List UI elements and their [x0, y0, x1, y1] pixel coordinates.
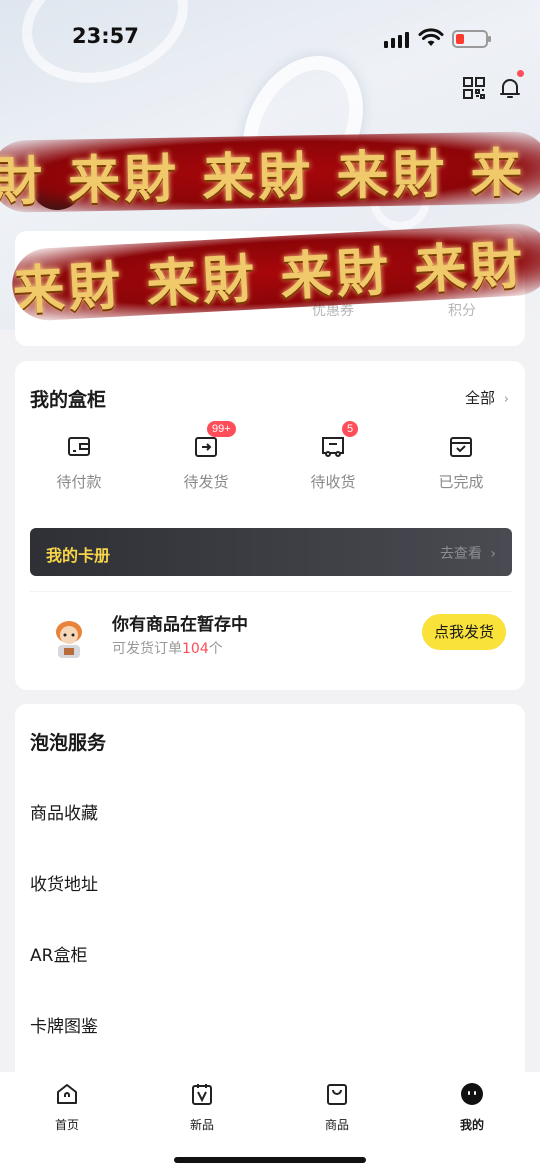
- box-item-label: 待发货: [183, 473, 229, 491]
- service-item-ar-box[interactable]: AR盒柜: [30, 941, 87, 966]
- chevron-right-icon: ›: [503, 392, 509, 407]
- truck-icon: 5: [320, 421, 359, 459]
- wallet-icon: [66, 433, 92, 459]
- scan-icon[interactable]: [462, 76, 486, 100]
- count-badge: 5: [342, 421, 359, 437]
- stash-count: 104: [182, 641, 209, 657]
- services-card: 泡泡服务 商品收藏 收货地址 AR盒柜 卡牌图鉴: [15, 704, 525, 1104]
- card-album-bar[interactable]: 我的卡册 去查看 ›: [30, 528, 512, 576]
- mascot-icon: [56, 621, 82, 658]
- card-album-link-label: 去查看: [439, 546, 482, 562]
- notification-dot: [517, 70, 524, 77]
- tab-mine[interactable]: 我的: [432, 1082, 512, 1133]
- box-item-pending-ship[interactable]: 99+ 待发货: [156, 421, 256, 492]
- my-box-card: 我的盒柜 全部 › 待付款 99+ 待发货 5 待收货 已完成 我的卡册 去查看: [15, 361, 525, 690]
- ship-now-button[interactable]: 点我发货: [422, 614, 506, 650]
- view-all-link[interactable]: 全部 ›: [465, 387, 509, 408]
- tab-label: 首页: [54, 1118, 79, 1132]
- stash-sub-suffix: 个: [208, 641, 223, 657]
- stash-sub-prefix: 可发货订单: [112, 641, 182, 657]
- battery-icon: [452, 30, 491, 48]
- promo-banner: 財 来財 来財 来財 来: [0, 131, 540, 213]
- service-item-favorites[interactable]: 商品收藏: [30, 799, 98, 824]
- box-item-label: 已完成: [438, 473, 484, 491]
- points-label[interactable]: 积分: [448, 300, 476, 320]
- home-indicator: [174, 1157, 366, 1163]
- bag-icon: [327, 1084, 347, 1105]
- count-badge: 99+: [207, 421, 236, 437]
- status-time: 23:57: [72, 24, 139, 48]
- service-item-address[interactable]: 收货地址: [30, 870, 98, 895]
- signal-icon: [384, 32, 409, 48]
- services-title: 泡泡服务: [30, 732, 107, 754]
- box-item-label: 待付款: [56, 473, 102, 491]
- outbox-icon: 99+: [193, 421, 236, 459]
- profile-face-icon: [461, 1083, 483, 1105]
- stash-row: 你有商品在暂存中 可发货订单104个 点我发货: [30, 591, 512, 671]
- decor-ring: [5, 0, 205, 104]
- card-album-title: 我的卡册: [46, 546, 111, 565]
- card-album-link[interactable]: 去查看 ›: [440, 543, 496, 563]
- banner-text: 財 来財 来財 来財 来: [0, 142, 528, 213]
- home-icon: [57, 1084, 77, 1104]
- box-item-completed[interactable]: 已完成: [411, 433, 511, 492]
- my-box-title: 我的盒柜: [30, 389, 107, 411]
- tab-label: 我的: [459, 1118, 484, 1132]
- tab-new[interactable]: 新品: [162, 1082, 242, 1133]
- wifi-icon: [418, 28, 444, 46]
- stash-title: 你有商品在暂存中: [112, 615, 248, 635]
- tab-label: 新品: [189, 1118, 214, 1132]
- view-all-label: 全部: [465, 389, 496, 407]
- tab-products[interactable]: 商品: [297, 1082, 377, 1133]
- service-item-card-guide[interactable]: 卡牌图鉴: [30, 1012, 98, 1037]
- calendar-v-icon: [192, 1084, 212, 1105]
- box-item-pending-payment[interactable]: 待付款: [29, 433, 129, 492]
- done-box-icon: [448, 433, 474, 459]
- stash-subtitle: 可发货订单104个: [112, 638, 223, 658]
- chevron-right-icon: ›: [490, 546, 496, 562]
- tab-label: 商品: [324, 1118, 349, 1132]
- box-item-pending-receive[interactable]: 5 待收货: [283, 421, 383, 492]
- tab-home[interactable]: 首页: [27, 1082, 107, 1133]
- box-item-label: 待收货: [310, 473, 356, 491]
- bell-icon[interactable]: [498, 70, 524, 100]
